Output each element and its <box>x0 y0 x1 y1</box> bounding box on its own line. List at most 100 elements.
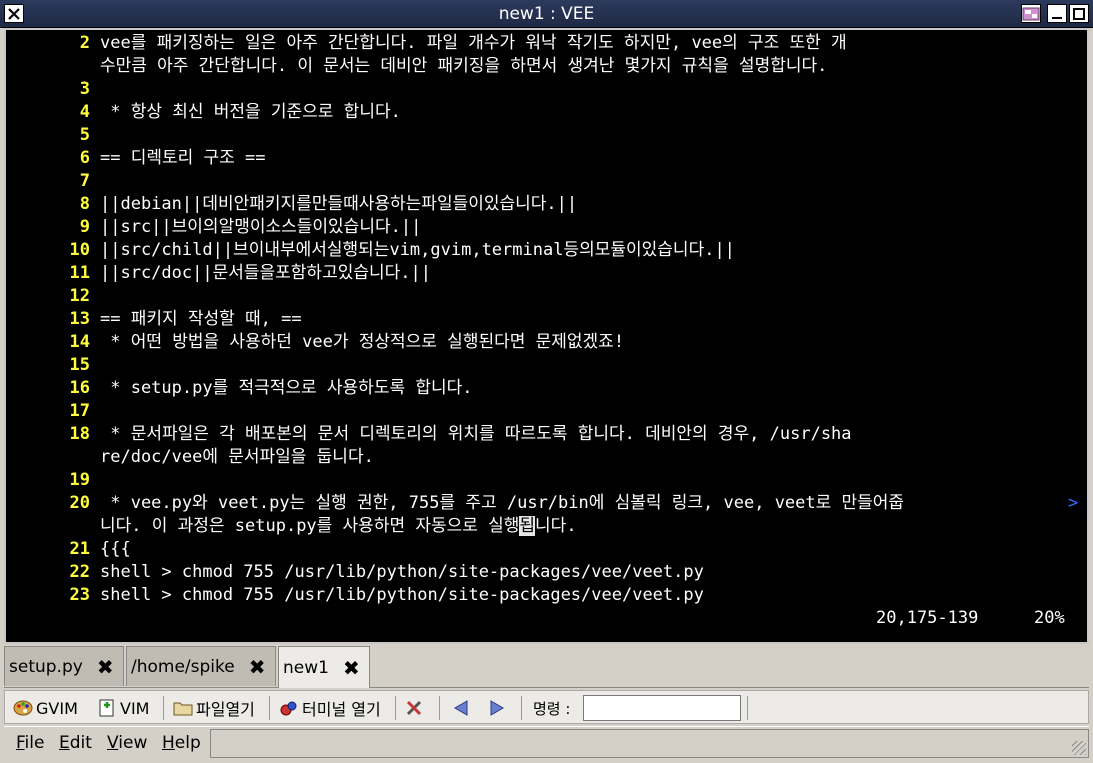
line-text: ||src||브이의알맹이소스들이있습니다.|| <box>100 217 422 237</box>
toolbar-separator <box>439 696 440 720</box>
menu-file[interactable]: File <box>16 733 44 753</box>
minimize-icon <box>1052 16 1062 19</box>
line-text: ||src/doc||문서들을포함하고있습니다.|| <box>100 263 431 283</box>
editor-line: 16 * setup.py를 적극적으로 사용하도록 합니다. <box>6 377 1087 400</box>
window-menu-icon <box>1022 7 1040 20</box>
folder-icon <box>173 702 193 716</box>
line-text: * setup.py를 적극적으로 사용하도록 합니다. <box>100 378 473 398</box>
toolbar-separator <box>747 696 748 720</box>
menu-edit[interactable]: Edit <box>59 733 92 753</box>
tab-home-spike[interactable]: /home/spike ✖ <box>126 646 276 686</box>
line-text-continued: 니다. <box>535 516 577 536</box>
toolbar-separator <box>163 696 164 720</box>
tab-bar: setup.py ✖ /home/spike ✖ new1 ✖ <box>4 646 1089 688</box>
line-text: vee를 패키징하는 일은 아주 간단합니다. 파일 개수가 워낙 작기도 하지… <box>100 33 847 53</box>
toolbar-separator <box>395 696 396 720</box>
vim-button[interactable]: VIM <box>97 697 149 719</box>
line-number: 9 <box>79 217 90 237</box>
menu-help[interactable]: Help <box>162 733 201 753</box>
editor-line: 19 <box>6 469 1087 492</box>
tools-icon <box>406 700 422 716</box>
editor-line: 15 <box>6 354 1087 377</box>
settings-button[interactable] <box>405 697 428 719</box>
back-button[interactable] <box>451 697 474 719</box>
toolbar: GVIM VIM 파일열기 터미널 열기 명령: <box>4 690 1089 724</box>
editor-line: 18 * 문서파일은 각 배포본의 문서 디렉토리의 위치를 따르도록 합니다.… <box>6 423 1087 446</box>
close-icon[interactable]: ✖ <box>249 655 266 679</box>
editor-line: 5 <box>6 124 1087 147</box>
editor-line: re/doc/vee에 문서파일을 둡니다. <box>6 446 1087 469</box>
editor-line: 23 shell > chmod 755 /usr/lib/python/site… <box>6 584 1087 607</box>
tab-setup-py[interactable]: setup.py ✖ <box>4 646 124 686</box>
editor-line: 6 == 디렉토리 구조 == <box>6 147 1087 170</box>
menu-bar: File Edit View Help <box>4 726 1089 759</box>
line-number: 19 <box>69 470 90 490</box>
line-number: 20 <box>69 493 90 513</box>
editor-frame: 2 vee를 패키징하는 일은 아주 간단합니다. 파일 개수가 워낙 작기도 하… <box>4 28 1089 644</box>
tab-label: /home/spike <box>131 656 235 677</box>
line-text: * 항상 최신 버전을 기준으로 합니다. <box>100 102 401 122</box>
terminal-label: 터미널 열기 <box>302 700 381 719</box>
open-terminal-button[interactable]: 터미널 열기 <box>279 697 381 719</box>
editor-line: 20 * vee.py와 veet.py는 실행 권한, 755를 주고 /us… <box>6 492 1087 515</box>
forward-button[interactable] <box>487 697 510 719</box>
line-number: 12 <box>69 286 90 306</box>
status-area <box>210 729 1089 758</box>
line-text: 니다. 이 과정은 setup.py를 사용하면 자동으로 실행됩니다. <box>100 515 577 538</box>
line-number: 6 <box>79 148 90 168</box>
line-number: 18 <box>69 424 90 444</box>
editor-line: 17 <box>6 400 1087 423</box>
editor-line: 수만큼 아주 간단합니다. 이 문서는 데비안 패키징을 하면서 생겨난 몇가지… <box>6 55 1087 78</box>
maximize-button[interactable] <box>1069 4 1089 23</box>
line-text: * vee.py와 veet.py는 실행 권한, 755를 주고 /usr/b… <box>100 493 905 513</box>
gvim-button[interactable]: GVIM <box>13 697 78 719</box>
open-file-button[interactable]: 파일열기 <box>173 697 255 719</box>
line-number: 14 <box>69 332 90 352</box>
line-number: 23 <box>69 585 90 605</box>
editor-line: 22 shell > chmod 755 /usr/lib/python/site… <box>6 561 1087 584</box>
line-text: * 문서파일은 각 배포본의 문서 디렉토리의 위치를 따르도록 합니다. 데비… <box>100 424 852 444</box>
editor-line: 니다. 이 과정은 setup.py를 사용하면 자동으로 실행됩니다. <box>6 515 1087 538</box>
close-icon[interactable]: ✖ <box>97 655 114 679</box>
window-title: new1 : VEE <box>498 4 595 24</box>
editor-line: 3 <box>6 78 1087 101</box>
text-editor[interactable]: 2 vee를 패키징하는 일은 아주 간단합니다. 파일 개수가 워낙 작기도 하… <box>6 30 1087 642</box>
line-number: 10 <box>69 240 90 260</box>
editor-line: 2 vee를 패키징하는 일은 아주 간단합니다. 파일 개수가 워낙 작기도 하… <box>6 32 1087 55</box>
open-file-label: 파일열기 <box>196 700 255 719</box>
editor-line: 7 <box>6 170 1087 193</box>
line-text: * 어떤 방법을 사용하던 vee가 정상적으로 실행된다면 문제없겠죠! <box>100 332 625 352</box>
editor-line: 4 * 항상 최신 버전을 기준으로 합니다. <box>6 101 1087 124</box>
line-number: 15 <box>69 355 90 375</box>
gvim-label: GVIM <box>36 698 78 718</box>
line-number: 7 <box>79 171 90 191</box>
close-icon[interactable]: ✖ <box>343 656 360 680</box>
title-bar: new1 : VEE <box>0 0 1093 28</box>
new-document-icon <box>99 699 114 717</box>
toolbar-separator <box>269 696 270 720</box>
line-number: 4 <box>79 102 90 122</box>
line-text: shell > chmod 755 /usr/lib/python/site-p… <box>100 562 704 582</box>
line-number: 22 <box>69 562 90 582</box>
window-menu-button[interactable] <box>1021 4 1041 23</box>
toolbar-separator <box>521 696 522 720</box>
editor-line: 21 {{{ <box>6 538 1087 561</box>
arrow-left-icon <box>454 700 468 716</box>
editor-line: 10 ||src/child||브이내부에서실행되는vim,gvim,termin… <box>6 239 1087 262</box>
minimize-button[interactable] <box>1047 4 1067 23</box>
editor-line: 14 * 어떤 방법을 사용하던 vee가 정상적으로 실행된다면 문제없겠죠! <box>6 331 1087 354</box>
menu-view[interactable]: View <box>107 733 147 753</box>
command-input[interactable] <box>583 695 741 721</box>
line-number: 16 <box>69 378 90 398</box>
vim-label: VIM <box>120 698 150 718</box>
scroll-percent: 20% <box>1034 608 1065 628</box>
line-text: shell > chmod 755 /usr/lib/python/site-p… <box>100 585 704 605</box>
tab-new1[interactable]: new1 ✖ <box>278 646 370 688</box>
line-text: 수만큼 아주 간단합니다. 이 문서는 데비안 패키징을 하면서 생겨난 몇가지… <box>100 56 828 76</box>
editor-line: 8 ||debian||데비안패키지를만들때사용하는파일들이있습니다.|| <box>6 193 1087 216</box>
wrap-marker: > <box>1068 493 1079 513</box>
resize-grip[interactable] <box>1072 741 1086 755</box>
arrow-right-icon <box>490 700 504 716</box>
palette-icon <box>13 700 33 716</box>
cursor-position: 20,175-139 <box>876 608 979 628</box>
